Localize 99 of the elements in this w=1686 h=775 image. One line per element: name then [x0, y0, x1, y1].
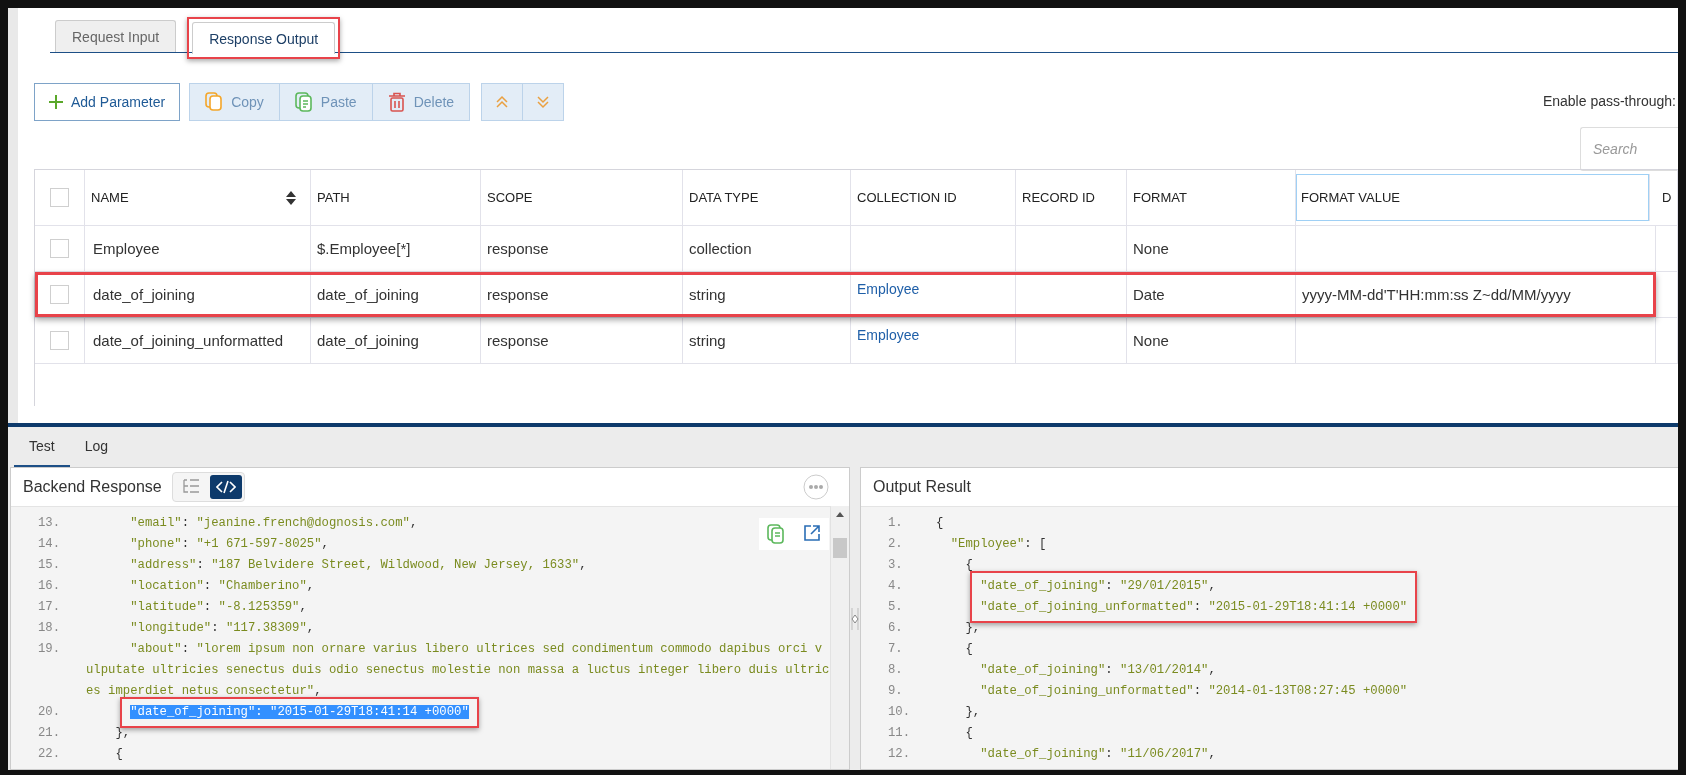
checkbox[interactable] — [50, 239, 69, 258]
code-line: }, — [964, 620, 981, 637]
code-line: { — [964, 557, 973, 574]
collection-link[interactable]: Employee — [857, 281, 920, 297]
expand-icon[interactable] — [803, 524, 821, 542]
code-line: }, — [114, 725, 131, 742]
table-cell: collection — [689, 240, 752, 257]
line-number: 6. — [888, 620, 904, 637]
column-header: SCOPE — [481, 170, 683, 225]
table-cell: None — [1133, 332, 1169, 349]
line-number: 9. — [888, 683, 904, 700]
line-number: 5. — [888, 599, 904, 616]
scrollbar[interactable] — [830, 506, 849, 769]
table-cell: date_of_joining_unformatted — [93, 332, 284, 349]
code-line: "location": "Chamberino", — [129, 578, 315, 595]
code-line: "phone": "+1 671-597-8025", — [129, 536, 329, 553]
line-number: 8. — [888, 662, 904, 679]
table-cell: response — [487, 240, 549, 257]
code-line: { — [964, 641, 973, 658]
line-number: 18. — [38, 620, 62, 637]
code-line: { — [936, 515, 944, 532]
code-line: "email": "jeanine.french@dognosis.com", — [129, 515, 418, 532]
table-cell: date_of_joining — [317, 332, 419, 349]
column-header: D — [1656, 170, 1678, 225]
line-number: 7. — [888, 641, 904, 658]
line-number: 14. — [38, 536, 62, 553]
tab[interactable]: Request Input — [55, 20, 177, 52]
column-header: FORMAT VALUE — [1296, 174, 1650, 221]
line-number: 12. — [888, 746, 912, 763]
table-cell: yyyy-MM-dd'T'HH:mm:ss Z~dd/MM/yyyy — [1302, 286, 1571, 303]
code-view-button[interactable] — [209, 475, 242, 499]
add-parameter-button[interactable]: Add Parameter — [34, 83, 181, 121]
code-line: "Employee": [ — [949, 536, 1047, 553]
panel-title: Backend Response — [23, 478, 162, 496]
code-line: "date_of_joining_unformatted": "2014-01-13T08:27:45 +0000" — [979, 683, 1408, 700]
checkbox[interactable] — [50, 285, 69, 304]
table-cell: response — [487, 332, 549, 349]
pass-through-label: Enable pass-through: — [1542, 93, 1676, 109]
column-header: RECORD ID — [1016, 170, 1127, 225]
table-cell: $.Employee[*] — [317, 240, 411, 257]
column-header: PATH — [311, 170, 481, 225]
tab[interactable]: Log — [69, 427, 124, 467]
code-line: }, — [964, 704, 981, 721]
line-number: 15. — [38, 557, 62, 574]
copy-icon — [205, 92, 224, 112]
plus-icon — [49, 95, 63, 109]
line-number: 20. — [38, 704, 62, 721]
table-cell: response — [487, 286, 549, 303]
line-number: 21. — [38, 725, 62, 742]
line-number: 22. — [38, 746, 62, 763]
tree-view-icon — [181, 479, 200, 495]
line-number: 17. — [38, 599, 62, 616]
line-number: 19. — [38, 641, 62, 658]
move-down-button[interactable] — [522, 83, 565, 121]
panel-title: Output Result — [873, 478, 971, 496]
table-cell: string — [689, 286, 726, 303]
line-number: 16. — [38, 578, 62, 595]
clipboard-icon — [294, 92, 313, 112]
table-cell: Date — [1133, 286, 1165, 303]
more-icon[interactable] — [803, 474, 829, 500]
double-chevron-up-icon — [495, 95, 510, 109]
line-number: 10. — [888, 704, 912, 721]
sort-icon[interactable] — [286, 190, 296, 205]
table-cell: date_of_joining — [317, 286, 419, 303]
column-header: DATA TYPE — [683, 170, 851, 225]
line-number: 2. — [888, 536, 904, 553]
checkbox[interactable] — [50, 331, 69, 350]
column-header[interactable]: NAME — [85, 170, 311, 225]
code-line: "date_of_joining": "29/01/2015", — [980, 579, 1216, 593]
code-line: "about": "lorem ipsum non ornare varius libero ultrices sed condimentum commodo dapibus orci vulputate ultricies senectus duis odio senectus molestie non massa a luctus integer libero duis ultrices imperdiet netus consectetur", — [86, 641, 830, 700]
code-line: { — [964, 725, 973, 742]
trash-icon — [387, 92, 406, 112]
code-line: "longitude": "117.38309", — [129, 620, 315, 637]
code-line: "latitude": "-8.125359", — [129, 599, 307, 616]
line-number: 11. — [888, 725, 912, 742]
code-line: "date_of_joining": "11/06/2017", — [979, 746, 1216, 763]
code-line: { — [114, 746, 123, 763]
tab[interactable]: Response Output — [192, 22, 336, 54]
line-number: 3. — [888, 557, 904, 574]
column-header: COLLECTION ID — [851, 170, 1016, 225]
double-chevron-down-icon — [536, 95, 551, 109]
move-up-button[interactable] — [481, 83, 524, 121]
line-number: 13. — [38, 515, 62, 532]
line-number: 4. — [888, 578, 904, 595]
line-number: 1. — [888, 515, 904, 532]
code-line: "date_of_joining": "13/01/2014", — [979, 662, 1216, 679]
scroll-thumb[interactable] — [833, 538, 847, 558]
table-cell: string — [689, 332, 726, 349]
code-icon — [215, 480, 236, 494]
table-cell: None — [1133, 240, 1169, 257]
code-line: "date_of_joining_unformatted": "2015-01-29T18:41:14 +0000" — [980, 600, 1408, 614]
collection-link[interactable]: Employee — [857, 327, 920, 343]
code-line: "address": "187 Belvidere Street, Wildwood, New Jersey, 1633", — [129, 557, 587, 574]
search-field[interactable]: Search — [1580, 127, 1678, 171]
copy-icon[interactable] — [767, 524, 785, 544]
column-header: FORMAT — [1127, 170, 1296, 225]
checkbox[interactable] — [50, 188, 69, 207]
table-cell: Employee — [93, 240, 160, 257]
table-cell: date_of_joining — [93, 286, 195, 303]
